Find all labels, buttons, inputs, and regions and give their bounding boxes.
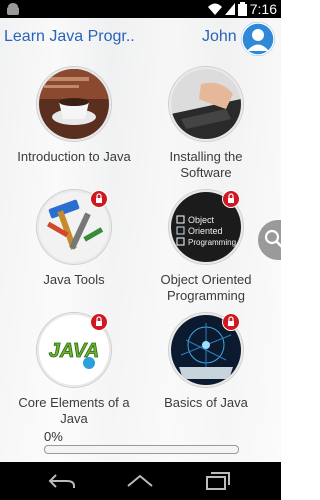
app-title: Learn Java Progr... [4,28,134,45]
blackboard-text-3: Programming [188,238,236,247]
status-bar: 7:16 [0,0,281,18]
user-avatar-icon [241,22,275,56]
battery-icon [238,2,247,16]
course-label: Introduction to Java [17,149,131,164]
navigation-bar [0,462,281,500]
user-avatar[interactable] [241,22,275,56]
lock-icon [90,313,108,331]
course-tile-core-elements[interactable]: JAVA Core Elements of a Java [14,313,134,427]
course-tile-introduction[interactable]: Introduction to Java [14,67,134,165]
lock-icon [90,190,108,208]
course-tile-java-tools[interactable]: Java Tools [14,190,134,288]
signal-icon [225,3,235,15]
android-debug-icon [7,3,19,15]
coffee-cup-image [37,67,111,141]
wifi-icon [208,3,222,15]
course-label: Java Tools [43,272,105,287]
recent-apps-icon [206,472,230,490]
back-button[interactable] [47,470,77,492]
back-icon [48,474,75,488]
course-label: Object Oriented Programming [160,272,252,303]
progress-bar [44,445,239,454]
course-label: Installing the Software [169,149,243,180]
progress-label: 0% [44,429,63,444]
lock-icon [222,313,240,331]
course-tile-basics[interactable]: Basics of Java [146,313,266,411]
home-button[interactable] [125,470,155,492]
blackboard-text-2: Oriented [188,226,223,236]
course-label: Core Elements of a Java [18,395,130,426]
user-name[interactable]: John [202,28,237,46]
status-time: 7:16 [249,1,277,17]
course-tile-oop[interactable]: Object Oriented Programming Object Orien… [146,190,266,304]
course-tile-installing[interactable]: Installing the Software [146,67,266,181]
lock-icon [222,190,240,208]
search-icon [264,229,283,248]
hand-on-keyboard-image [169,67,243,141]
home-icon [127,474,153,487]
recent-apps-button[interactable] [203,470,233,492]
blackboard-text-1: Object [188,215,215,225]
course-label: Basics of Java [164,395,248,410]
app-header: Learn Java Progr... John [0,18,281,58]
